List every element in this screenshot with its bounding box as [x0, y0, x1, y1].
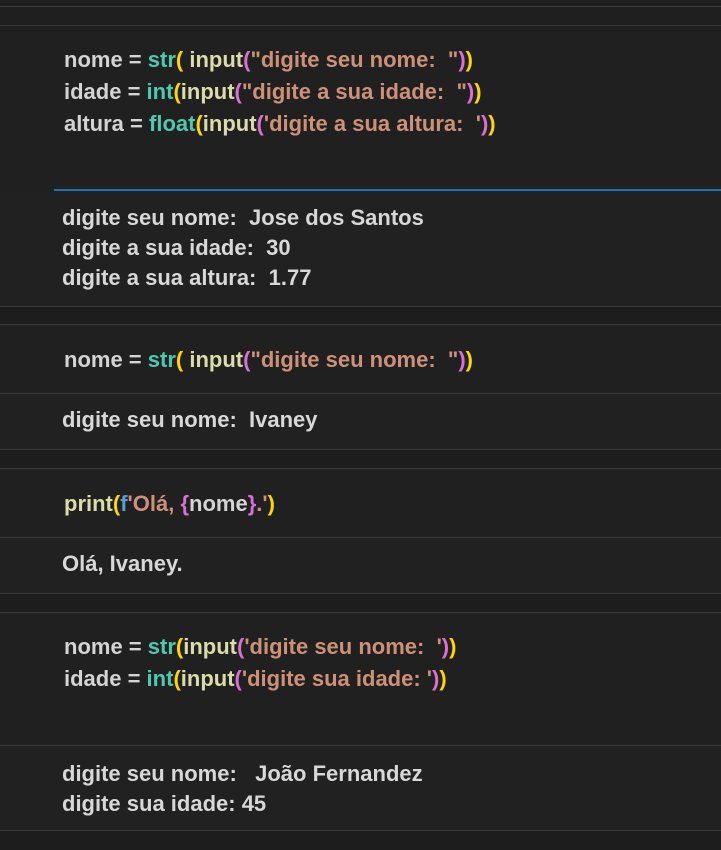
cell-gap [0, 450, 721, 468]
variable-token: nome [189, 491, 248, 516]
code-line[interactable]: print(f'Olá, {nome}.') [64, 490, 275, 518]
code-line[interactable]: idade = int(input("digite a sua idade: "… [64, 78, 482, 106]
output-cell-4: digite seu nome: João Fernandez digite s… [0, 746, 721, 830]
bracket-token: ( [256, 111, 264, 136]
bracket-token: ) [449, 634, 457, 659]
output-line: digite seu nome: Jose dos Santos [62, 205, 424, 230]
bracket-token: ) [488, 111, 496, 136]
code-line[interactable]: altura = float(input('digite a sua altur… [64, 110, 496, 138]
string-literal-token: 'digite a sua altura: ' [263, 111, 481, 136]
function-name-token: input [189, 47, 244, 72]
bracket-token: ( [234, 79, 242, 104]
function-name-token: input [180, 666, 235, 691]
operator-token: = [123, 111, 149, 136]
code-cell-3[interactable]: print(f'Olá, {nome}.') [0, 469, 721, 537]
builtin-type-token: int [146, 666, 174, 691]
output-cell-1: digite seu nome: Jose dos Santos digite … [0, 191, 721, 306]
builtin-type-token: str [147, 47, 176, 72]
code-cell-4[interactable]: nome = str(input('digite seu nome: ')) i… [0, 613, 721, 745]
cell-gap [0, 307, 721, 324]
variable-token: idade [64, 79, 122, 104]
output-line: digite a sua idade: 30 [62, 235, 291, 260]
output-line: digite sua idade: 45 [62, 791, 267, 816]
string-literal-token: "digite seu nome: " [250, 347, 459, 372]
function-name-token: input [183, 634, 237, 659]
operator-token: = [121, 666, 147, 691]
operator-token: = [122, 634, 148, 659]
string-literal-token: "digite a sua idade: " [241, 79, 467, 104]
bracket-token: ( [234, 666, 242, 691]
notebook-view: nome = str( input("digite seu nome: ")) … [0, 0, 721, 850]
function-name-token: input [180, 79, 235, 104]
function-name-token: print [64, 491, 113, 516]
string-literal-token: 'digite seu nome: ' [244, 634, 442, 659]
variable-token: nome [64, 634, 123, 659]
output-line: digite seu nome: João Fernandez [62, 761, 423, 786]
bracket-token: ) [465, 47, 473, 72]
code-cell-2[interactable]: nome = str( input("digite seu nome: ")) [0, 325, 721, 393]
variable-token: nome [64, 47, 123, 72]
code-cell-1[interactable]: nome = str( input("digite seu nome: ")) … [0, 26, 721, 190]
output-line: digite a sua altura: 1.77 [62, 265, 312, 290]
code-line[interactable]: idade = int(input('digite sua idade: ')) [64, 665, 447, 693]
operator-token: = [121, 79, 147, 104]
bracket-token: ) [458, 347, 466, 372]
operator-token: = [122, 47, 148, 72]
output-cell-2: digite seu nome: Ivaney [0, 394, 721, 449]
code-line[interactable]: nome = str( input("digite seu nome: ")) [64, 346, 473, 374]
function-name-token: input [202, 111, 257, 136]
builtin-type-token: float [149, 111, 196, 136]
cell-gap [0, 831, 721, 850]
output-cell-3: Olá, Ivaney. [0, 538, 721, 593]
bracket-token: ) [458, 47, 466, 72]
bracket-token: { [180, 491, 190, 516]
cell-separator [0, 6, 721, 7]
output-line: Olá, Ivaney. [62, 551, 183, 576]
function-name-token: input [189, 347, 244, 372]
string-literal-token: 'digite sua idade: ' [241, 666, 433, 691]
bracket-token: ( [173, 79, 181, 104]
variable-token: altura [64, 111, 124, 136]
bracket-token: ) [474, 79, 482, 104]
string-literal-token: "digite seu nome: " [250, 47, 459, 72]
bracket-token: ( [173, 666, 181, 691]
bracket-token: ) [267, 491, 275, 516]
builtin-type-token: str [147, 347, 176, 372]
builtin-type-token: int [146, 79, 174, 104]
variable-token: idade [64, 666, 122, 691]
operator-token: = [122, 347, 148, 372]
output-line: digite seu nome: Ivaney [62, 407, 318, 432]
bracket-token: ( [195, 111, 203, 136]
variable-token: nome [64, 347, 123, 372]
code-line[interactable]: nome = str( input("digite seu nome: ")) [64, 46, 473, 74]
builtin-type-token: str [147, 634, 176, 659]
bracket-token: ) [439, 666, 447, 691]
bracket-token: } [247, 491, 257, 516]
cell-gap [0, 594, 721, 612]
bracket-token: ) [465, 347, 473, 372]
string-literal-token: .' [256, 491, 268, 516]
fstring-prefix-token: f [120, 491, 128, 516]
code-line[interactable]: nome = str(input('digite seu nome: ')) [64, 633, 456, 661]
string-literal-token: 'Olá, [127, 491, 181, 516]
